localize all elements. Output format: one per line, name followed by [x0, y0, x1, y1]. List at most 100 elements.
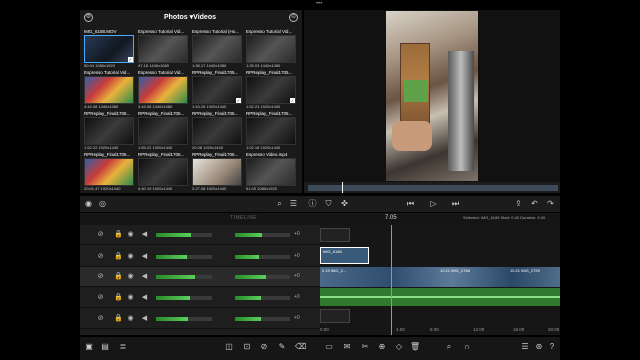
lock-icon[interactable]: 🔒: [114, 272, 123, 281]
lock-icon[interactable]: 🔒: [114, 293, 123, 302]
search-icon[interactable]: ⌕: [274, 198, 285, 209]
media-thumbnail[interactable]: Espresso Tutorial Vid... 4:44.08 1440x108…: [84, 70, 134, 110]
media-thumbnail[interactable]: Espresso Tutorial (Ho... 1:38.17 1440x108…: [192, 29, 242, 69]
browser-title[interactable]: Photos ▾Videos: [140, 13, 240, 21]
track-header[interactable]: ⊘ 🔒 ◉ ◀ +0: [80, 247, 320, 267]
pan-meter[interactable]: [235, 317, 290, 321]
bottom-toolbar: ▣ ▤ ≣ ◫ ⊡ ⊘ ✎ ⌫ ▭ ✉ ✂ ⊕ ◇ 🗑 ⌕ ∩ ☰ ⊛ ?: [80, 337, 560, 360]
cut-icon[interactable]: ✂: [360, 342, 370, 352]
media-thumbnail[interactable]: RPReplay_Final1705... 1:55.22 1920x1440: [138, 111, 188, 151]
help-icon[interactable]: ?: [547, 342, 557, 352]
crosshair-icon[interactable]: ✜: [339, 198, 350, 209]
magnet-icon[interactable]: ∩: [462, 342, 472, 352]
volume-meter[interactable]: [156, 296, 212, 300]
delete-icon[interactable]: ⌫: [295, 342, 306, 352]
undo-icon[interactable]: ↶: [529, 198, 540, 209]
zoom-icon[interactable]: ⌕: [444, 342, 454, 352]
inspector-icon[interactable]: ▤: [100, 342, 110, 352]
link-icon[interactable]: ⊘: [259, 342, 269, 352]
more-dots-icon[interactable]: •••: [316, 1, 326, 7]
pan-meter[interactable]: [235, 233, 290, 237]
media-thumbnail[interactable]: RPReplay_Final1705... 1:43.28 1920x1440 ✓: [192, 70, 242, 110]
pan-meter[interactable]: [235, 296, 290, 300]
link-icon[interactable]: ⊘: [96, 230, 105, 239]
link-icon[interactable]: ⊘: [96, 293, 105, 302]
time-ruler[interactable]: 0.00 4.00 8.00 12.00 16.00 20.00: [320, 325, 560, 335]
media-thumbnail[interactable]: RPReplay_Final1705... 1:02.18 1920x1440: [246, 111, 296, 151]
speed-icon[interactable]: ⊛: [534, 342, 544, 352]
settings-icon[interactable]: ⚙: [84, 13, 93, 22]
audio-track-clip[interactable]: [320, 288, 560, 306]
video-track-clips[interactable]: 2.19 IMG_2... 10.21 IMG_2788 10.21 IMG_2…: [320, 267, 560, 287]
skip-back-icon[interactable]: ⏮: [405, 198, 416, 209]
eye-icon[interactable]: ◉: [126, 293, 135, 302]
thumbnail-image: [246, 76, 296, 104]
link-icon[interactable]: ⊘: [96, 272, 105, 281]
media-thumbnail[interactable]: RPReplay_Final1705... 4:40.19 1920x1440: [138, 152, 188, 192]
timeline-area[interactable]: IMG_6188 2.19 IMG_2... 10.21 IMG_2788 10…: [320, 225, 560, 335]
speaker-icon[interactable]: ◀: [140, 314, 149, 323]
lock-icon[interactable]: 🔒: [114, 314, 123, 323]
add-icon[interactable]: ⊕: [377, 342, 387, 352]
track-header[interactable]: ⊘ 🔒 ◉ ◀ +0: [80, 225, 320, 245]
browser-toggle-icon[interactable]: ▣: [84, 342, 94, 352]
media-thumbnail[interactable]: RPReplay_Final1705... 20:01.47 1920x1440: [84, 152, 134, 192]
track-header[interactable]: ⊘ 🔒 ◉ ◀ +0: [80, 288, 320, 308]
media-thumbnail[interactable]: RPReplay_Final1705... 2:27.08 1920x1440: [192, 152, 242, 192]
transition-icon[interactable]: ◫: [224, 342, 234, 352]
redo-icon[interactable]: ↷: [545, 198, 556, 209]
speaker-icon[interactable]: ◀: [140, 230, 149, 239]
media-thumbnail[interactable]: Espresso Tutorial Vid... 47.18 1440x1080: [138, 29, 188, 69]
frame-icon[interactable]: ▭: [324, 342, 334, 352]
lock-icon[interactable]: 🔒: [114, 230, 123, 239]
check-circle-icon[interactable]: ◉: [83, 198, 94, 209]
media-thumbnail[interactable]: RPReplay_Final1705... 20.08 1920x1440: [192, 111, 242, 151]
pan-meter[interactable]: [235, 275, 290, 279]
media-thumbnail[interactable]: Espresso Video.mp4 51.09 1080x1920: [246, 152, 296, 192]
envelope-icon[interactable]: ✉: [342, 342, 352, 352]
espresso-machine-image: [448, 51, 474, 171]
track-header[interactable]: ⊘ 🔒 ◉ ◀ +0: [80, 267, 320, 287]
volume-meter[interactable]: [156, 255, 212, 259]
crop-icon[interactable]: ⊡: [242, 342, 252, 352]
timeline-playhead[interactable]: [391, 225, 392, 335]
volume-meter[interactable]: [156, 275, 212, 279]
minus-circle-icon[interactable]: ⊖: [289, 13, 298, 22]
record-icon[interactable]: ◎: [97, 198, 108, 209]
link-icon[interactable]: ⊘: [96, 252, 105, 261]
pencil-icon[interactable]: ✎: [277, 342, 287, 352]
marker-icon[interactable]: ⛉: [323, 198, 334, 209]
selected-clip[interactable]: IMG_6188: [320, 247, 369, 264]
eye-icon[interactable]: ◉: [126, 230, 135, 239]
scrub-playhead[interactable]: [342, 182, 343, 193]
eye-icon[interactable]: ◉: [126, 272, 135, 281]
thumbnail-meta: 1:52.23 1920x1440: [246, 104, 281, 109]
pan-meter[interactable]: [235, 255, 290, 259]
keyframe-icon[interactable]: ◇: [394, 342, 404, 352]
link-icon[interactable]: ⊘: [96, 314, 105, 323]
speaker-icon[interactable]: ◀: [140, 272, 149, 281]
media-thumbnail[interactable]: IMG_6188.MOV 50.04 1080x1920 ✓: [84, 29, 134, 69]
eye-icon[interactable]: ◉: [126, 314, 135, 323]
skip-forward-icon[interactable]: ⏭: [450, 198, 461, 209]
track-header[interactable]: ⊘ 🔒 ◉ ◀ +0: [80, 309, 320, 329]
right-margin: [560, 0, 640, 360]
media-thumbnail[interactable]: Espresso Tutorial Vid... 4:44.08 1440x108…: [138, 70, 188, 110]
media-thumbnail[interactable]: RPReplay_Final1705... 1:52.22 1920x1440: [84, 111, 134, 151]
lock-icon[interactable]: 🔒: [114, 252, 123, 261]
share-icon[interactable]: ⇪: [513, 198, 524, 209]
list-icon[interactable]: ☰: [288, 198, 299, 209]
media-thumbnail[interactable]: RPReplay_Final1705... 1:52.23 1920x1440 ✓: [246, 70, 296, 110]
eye-icon[interactable]: ◉: [126, 252, 135, 261]
volume-meter[interactable]: [156, 233, 212, 237]
layers-icon[interactable]: ≣: [118, 342, 128, 352]
preview-scrubber[interactable]: [304, 182, 560, 193]
menu-icon[interactable]: ☰: [520, 342, 530, 352]
volume-meter[interactable]: [156, 317, 212, 321]
media-thumbnail[interactable]: Espresso Tutorial Vid... 1:25.03 1440x108…: [246, 29, 296, 69]
trash-icon[interactable]: 🗑: [410, 342, 420, 352]
info-icon[interactable]: ⓘ: [307, 198, 318, 209]
speaker-icon[interactable]: ◀: [140, 252, 149, 261]
play-icon[interactable]: ▷: [428, 198, 439, 209]
speaker-icon[interactable]: ◀: [140, 293, 149, 302]
